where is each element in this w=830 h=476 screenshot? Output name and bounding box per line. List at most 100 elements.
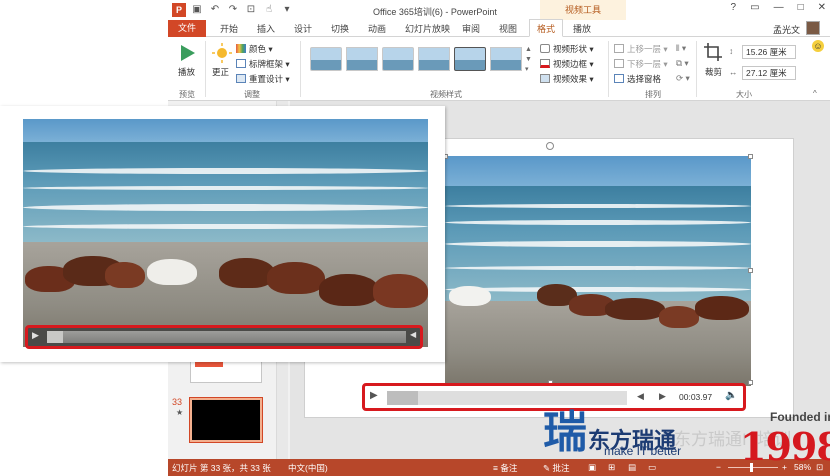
align-icon[interactable]: ⫴ ▾	[676, 43, 686, 54]
watermark-logo-icon: 瑞	[543, 408, 587, 457]
video-border-label: 视频边框	[553, 59, 588, 69]
video-styles-group-label: 视频样式	[430, 90, 462, 99]
ribbon: 播放 预览 更正 颜色 ▾ 标牌框架 ▾ 重置设计 ▾ 调整 ▲ ▼ ▾ 视频样式 …	[168, 37, 830, 101]
send-backward-button[interactable]: 下移一层 ▾	[614, 58, 668, 70]
redo-icon[interactable]: ↷	[226, 3, 240, 17]
selection-pane-icon	[614, 74, 624, 83]
slide-sorter-icon[interactable]: ⊞	[608, 462, 615, 473]
video-style-thumb[interactable]	[382, 47, 414, 71]
video-style-thumb[interactable]	[418, 47, 450, 71]
tab-review[interactable]: 审阅	[462, 22, 480, 35]
maximize-icon[interactable]: □	[798, 2, 804, 13]
arrange-group-label: 排列	[645, 90, 661, 99]
video-shape-icon	[540, 44, 550, 53]
bring-forward-icon	[614, 44, 624, 53]
slide-number: 33	[172, 397, 183, 407]
slideshow-view-icon[interactable]: ▭	[648, 462, 656, 473]
user-name[interactable]: 孟光文	[773, 23, 800, 36]
gallery-scroll[interactable]: ▲ ▼ ▾	[525, 45, 533, 75]
tab-format[interactable]: 格式	[529, 19, 564, 37]
zoom-play-icon[interactable]: ▶	[32, 330, 39, 341]
sun-icon	[212, 43, 232, 63]
touch-mode-icon[interactable]: ☝	[262, 3, 276, 17]
save-icon[interactable]: ▣	[190, 3, 204, 17]
play-button[interactable]	[177, 43, 197, 63]
poster-frame-button[interactable]: 标牌框架 ▾	[236, 58, 290, 70]
correct-button[interactable]	[212, 43, 232, 63]
media-progress-track[interactable]	[387, 391, 627, 405]
skip-forward-icon[interactable]: ▶	[659, 391, 666, 402]
minimize-icon[interactable]: —	[774, 2, 784, 13]
rotate-handle[interactable]	[546, 142, 554, 150]
title-bar: P ▣ ↶ ↷ ⊡ ☝ ▾ Office 365培训(6) - PowerPoi…	[168, 0, 830, 20]
tab-design[interactable]: 设计	[294, 22, 312, 35]
ribbon-display-icon[interactable]: ▭	[750, 2, 759, 13]
resize-handle[interactable]	[748, 154, 753, 159]
language-status[interactable]: 中文(中国)	[288, 462, 328, 474]
video-styles-gallery: ▲ ▼ ▾	[306, 37, 532, 85]
tab-animations[interactable]: 动画	[368, 22, 386, 35]
poster-frame-label: 标牌框架	[249, 59, 284, 69]
video-border-button[interactable]: 视频边框 ▾	[540, 58, 594, 70]
video-style-thumb[interactable]	[454, 47, 486, 71]
tab-insert[interactable]: 插入	[257, 22, 275, 35]
zoom-volume-icon[interactable]: ◀	[410, 330, 416, 339]
media-time: 00:03.97	[679, 392, 713, 402]
tab-home[interactable]: 开始	[220, 22, 238, 35]
video-style-thumb[interactable]	[346, 47, 378, 71]
color-icon	[236, 44, 246, 53]
tab-slideshow[interactable]: 幻灯片放映	[405, 22, 450, 35]
crop-icon	[704, 43, 722, 61]
bring-forward-button[interactable]: 上移一层 ▾	[614, 43, 668, 55]
reset-design-button[interactable]: 重置设计 ▾	[236, 73, 290, 85]
zoom-progress-played	[47, 331, 64, 343]
tab-playback[interactable]: 播放	[573, 22, 591, 35]
comments-button[interactable]: ✎ 批注	[543, 462, 570, 474]
zoom-out-icon[interactable]: −	[716, 462, 721, 472]
normal-view-icon[interactable]: ▣	[588, 462, 596, 473]
resize-handle[interactable]	[748, 380, 753, 385]
width-icon: ↔	[729, 67, 738, 77]
powerpoint-logo-icon: P	[172, 3, 186, 17]
undo-icon[interactable]: ↶	[208, 3, 222, 17]
reading-view-icon[interactable]: ▤	[628, 462, 636, 473]
video-frame[interactable]	[445, 156, 751, 386]
color-button[interactable]: 颜色 ▾	[236, 43, 273, 55]
size-group-label: 大小	[736, 90, 752, 99]
user-avatar[interactable]	[806, 21, 820, 35]
video-border-icon	[540, 59, 550, 68]
selection-pane-button[interactable]: 选择窗格	[614, 73, 661, 85]
slide-info: 幻灯片 第 33 张，共 33 张	[172, 463, 271, 473]
video-style-thumb[interactable]	[310, 47, 342, 71]
video-shape-button[interactable]: 视频形状 ▾	[540, 43, 594, 55]
slide-thumbnail-selected[interactable]	[190, 398, 262, 442]
video-effects-label: 视频效果	[553, 74, 588, 84]
collapse-ribbon-icon[interactable]: ^	[813, 89, 817, 98]
watermark-year: 1998	[740, 424, 830, 469]
tab-view[interactable]: 视图	[499, 22, 517, 35]
group-icon[interactable]: ⧉ ▾	[676, 58, 689, 69]
video-effects-button[interactable]: 视频效果 ▾	[540, 73, 594, 85]
smiley-icon[interactable]: ☺	[812, 40, 824, 52]
context-tab-title: 视频工具	[540, 0, 626, 20]
volume-icon[interactable]: 🔈	[725, 390, 737, 401]
height-field[interactable]: 15.26 厘米	[742, 45, 796, 59]
skip-back-icon[interactable]: ◀	[637, 391, 644, 402]
slideshow-icon[interactable]: ⊡	[244, 3, 258, 17]
close-icon[interactable]: ✕	[818, 2, 826, 13]
resize-handle[interactable]	[748, 268, 753, 273]
zoom-progress-track[interactable]	[47, 331, 406, 343]
help-icon[interactable]: ?	[731, 2, 737, 13]
tab-file[interactable]: 文件	[168, 20, 206, 37]
width-field[interactable]: 27.12 厘米	[742, 66, 796, 80]
crop-button[interactable]	[704, 43, 722, 61]
notes-button[interactable]: ≡ 备注	[493, 462, 517, 474]
play-icon[interactable]: ▶	[370, 390, 378, 401]
window-controls: ? ▭ — □ ✕	[731, 2, 826, 13]
video-style-thumb[interactable]	[490, 47, 522, 71]
tab-transitions[interactable]: 切换	[331, 22, 349, 35]
customize-icon[interactable]: ▾	[280, 3, 294, 17]
play-icon	[181, 45, 195, 61]
rotate-icon[interactable]: ⟳ ▾	[676, 73, 690, 84]
reset-design-icon	[236, 74, 246, 83]
